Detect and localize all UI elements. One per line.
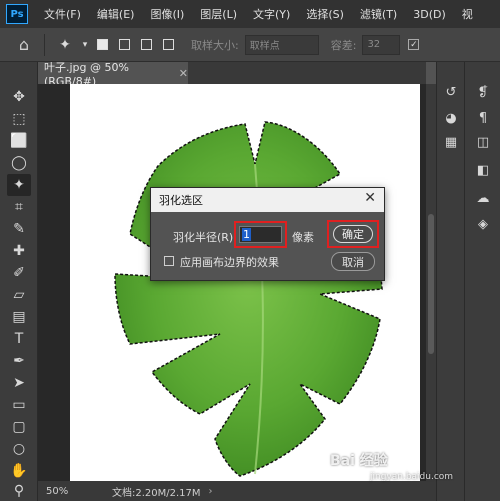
right-icon-panel-2: ❡ ¶ ◫ ◧ ☁ ◈ <box>464 62 500 501</box>
adjustments-icon[interactable]: ◧ <box>472 160 494 180</box>
photoshop-logo: Ps <box>6 4 28 24</box>
eyedropper-tool-icon[interactable]: ✎ <box>7 218 31 240</box>
color-palette-icon[interactable]: ◕ <box>440 108 462 128</box>
artboard-tool-icon[interactable]: ⬚ <box>7 108 31 130</box>
scrollbar-thumb[interactable] <box>428 214 434 354</box>
document-info: 文档:2.20M/2.17M <box>112 487 201 499</box>
menu-layer[interactable]: 图层(L) <box>192 6 245 22</box>
menu-bar: Ps 文件(F) 编辑(E) 图像(I) 图层(L) 文字(Y) 选择(S) 滤… <box>0 0 500 28</box>
layers-icon[interactable]: ◫ <box>472 132 494 152</box>
hand-tool-icon[interactable]: ✋ <box>7 460 31 482</box>
feather-selection-dialog: 羽化选区 ✕ 羽化半径(R): 1 像素 确定 应用画布边界的效果 取消 <box>150 187 385 281</box>
subtract-selection-mode-button[interactable] <box>135 34 157 56</box>
status-bar: 50% 文档:2.20M/2.17M › <box>38 481 436 501</box>
highlight-box: 1 <box>234 221 287 248</box>
properties-icon[interactable]: ❡ <box>472 82 494 102</box>
grid-icon[interactable]: ▦ <box>440 132 462 152</box>
crop-tool-icon[interactable]: ⌗ <box>7 196 31 218</box>
document-tab-bar: 叶子.jpg @ 50%(RGB/8#) ✕ <box>38 61 426 88</box>
zoom-tool-icon[interactable]: ⚲ <box>7 480 31 501</box>
options-bar: ⌂ ✦ ▾ 取样大小: 取样点 容差: 32 ✓ <box>0 28 500 62</box>
close-icon[interactable]: ✕ <box>364 190 376 206</box>
tolerance-input[interactable]: 32 <box>362 34 401 55</box>
baidu-watermark-url: jingyan.baidu.com <box>370 472 454 482</box>
vertical-scrollbar[interactable] <box>426 84 436 481</box>
divider <box>44 33 45 56</box>
ok-button[interactable]: 确定 <box>333 225 373 243</box>
healing-brush-tool-icon[interactable]: ✚ <box>7 240 31 262</box>
chevron-right-icon[interactable]: › <box>209 486 213 497</box>
pen-tool-icon[interactable]: ✒ <box>7 350 31 372</box>
monstera-leaf-image <box>114 121 383 477</box>
tools-panel: ✥ ⬚ ⬜ ◯ ✦ ⌗ ✎ ✚ ✐ ▱ ▤ T ✒ ➤ ▭ ▢ ○ ✋ ⚲ <box>0 62 38 501</box>
leaf-shape <box>114 121 383 477</box>
menu-select[interactable]: 选择(S) <box>298 6 352 22</box>
rectangle-tool-icon[interactable]: ▭ <box>7 394 31 416</box>
ellipse-tool-icon[interactable]: ○ <box>7 438 31 460</box>
menu-image[interactable]: 图像(I) <box>142 6 192 22</box>
image-canvas[interactable] <box>70 84 420 481</box>
eraser-tool-icon[interactable]: ▱ <box>7 284 31 306</box>
canvas-area[interactable] <box>38 84 426 481</box>
lasso-tool-icon[interactable]: ◯ <box>7 152 31 174</box>
right-icon-panel: ↺ ◕ ▦ <box>436 62 464 501</box>
baidu-watermark: Bai 经验 <box>330 453 388 469</box>
intersect-selection-mode-button[interactable] <box>157 34 179 56</box>
move-tool-icon[interactable]: ✥ <box>7 86 31 108</box>
cancel-button[interactable]: 取消 <box>331 252 375 271</box>
sample-size-label: 取样大小: <box>191 38 239 52</box>
menu-edit[interactable]: 编辑(E) <box>89 6 143 22</box>
zoom-level[interactable]: 50% <box>38 486 84 497</box>
highlight-box: 确定 <box>327 220 379 248</box>
history-icon[interactable]: ↺ <box>440 82 462 102</box>
marquee-tool-icon[interactable]: ⬜ <box>7 130 31 152</box>
menu-view[interactable]: 视 <box>454 6 481 22</box>
feather-radius-input[interactable]: 1 <box>239 226 282 243</box>
menu-3d[interactable]: 3D(D) <box>405 8 454 21</box>
unit-label: 像素 <box>292 231 314 244</box>
document-tab[interactable]: 叶子.jpg @ 50%(RGB/8#) ✕ <box>38 61 188 88</box>
brush-tool-icon[interactable]: ✐ <box>7 262 31 284</box>
rounded-rectangle-tool-icon[interactable]: ▢ <box>7 416 31 438</box>
chevron-down-icon[interactable]: ▾ <box>79 40 91 50</box>
add-selection-mode-button[interactable] <box>113 34 135 56</box>
dialog-title: 羽化选区 <box>151 188 384 212</box>
apply-canvas-bounds-checkbox[interactable] <box>164 256 174 266</box>
type-tool-icon[interactable]: T <box>7 328 31 350</box>
home-icon[interactable]: ⌂ <box>10 31 38 59</box>
new-selection-mode-button[interactable] <box>91 34 113 56</box>
channels-icon[interactable]: ◈ <box>472 214 494 234</box>
anti-alias-checkbox[interactable]: ✓ <box>408 39 420 50</box>
close-icon[interactable]: ✕ <box>179 67 188 80</box>
menu-file[interactable]: 文件(F) <box>36 6 89 22</box>
paragraph-icon[interactable]: ¶ <box>472 108 494 128</box>
path-selection-tool-icon[interactable]: ➤ <box>7 372 31 394</box>
feather-radius-label: 羽化半径(R): <box>173 231 237 244</box>
gradient-tool-icon[interactable]: ▤ <box>7 306 31 328</box>
feather-radius-value: 1 <box>242 228 251 241</box>
apply-canvas-bounds-label[interactable]: 应用画布边界的效果 <box>180 254 279 270</box>
dialog-title-text: 羽化选区 <box>159 194 203 207</box>
menu-type[interactable]: 文字(Y) <box>245 6 298 22</box>
menu-filter[interactable]: 滤镜(T) <box>352 6 405 22</box>
magic-wand-icon[interactable]: ✦ <box>51 37 79 53</box>
sample-size-select[interactable]: 取样点 <box>244 34 319 55</box>
tolerance-label: 容差: <box>330 38 357 52</box>
magic-wand-tool-icon[interactable]: ✦ <box>7 174 31 196</box>
libraries-icon[interactable]: ☁ <box>472 188 494 208</box>
